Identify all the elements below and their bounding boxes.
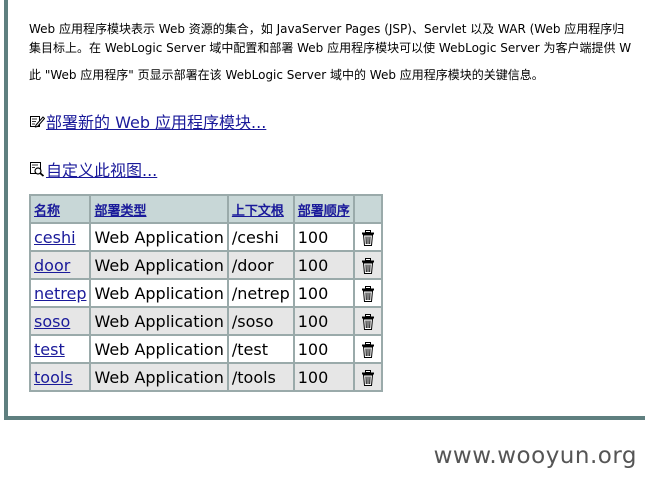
table-row: test Web Application /test 100 bbox=[31, 336, 381, 362]
content-frame: Web 应用程序模块表示 Web 资源的集合，如 JavaServer Page… bbox=[4, 0, 645, 420]
cell-order: 100 bbox=[294, 364, 353, 390]
cell-context: /soso bbox=[228, 308, 293, 334]
cell-context: /ceshi bbox=[228, 224, 293, 250]
trash-can-icon bbox=[361, 258, 374, 274]
app-name-link[interactable]: soso bbox=[34, 312, 70, 331]
app-name-link[interactable]: ceshi bbox=[34, 228, 76, 247]
cell-name: soso bbox=[31, 308, 90, 334]
app-name-link[interactable]: test bbox=[34, 340, 65, 359]
delete-button[interactable] bbox=[354, 224, 381, 250]
table-row: door Web Application /door 100 bbox=[31, 252, 381, 278]
cell-order: 100 bbox=[294, 336, 353, 362]
app-name-link[interactable]: netrep bbox=[34, 284, 86, 303]
trash-can-icon bbox=[361, 314, 374, 330]
table-row: soso Web Application /soso 100 bbox=[31, 308, 381, 334]
cell-order: 100 bbox=[294, 224, 353, 250]
trash-can-icon bbox=[361, 230, 374, 246]
delete-button[interactable] bbox=[354, 308, 381, 334]
cell-name: ceshi bbox=[31, 224, 90, 250]
cell-context: /tools bbox=[228, 364, 293, 390]
cell-type: Web Application bbox=[91, 252, 227, 278]
deploy-action: 部署新的 Web 应用程序模块... bbox=[29, 109, 266, 133]
main-content: Web 应用程序模块表示 Web 资源的集合，如 JavaServer Page… bbox=[29, 20, 645, 392]
edit-pencil-icon bbox=[29, 113, 46, 129]
web-app-table: 名称 部署类型 上下文根 部署顺序 ceshi Web Application … bbox=[29, 194, 383, 392]
trash-can-icon bbox=[361, 370, 374, 386]
table-row: ceshi Web Application /ceshi 100 bbox=[31, 224, 381, 250]
cell-context: /test bbox=[228, 336, 293, 362]
cell-name: door bbox=[31, 252, 90, 278]
table-header-row: 名称 部署类型 上下文根 部署顺序 bbox=[31, 196, 381, 222]
sort-by-type-link[interactable]: 部署类型 bbox=[94, 204, 146, 219]
cell-order: 100 bbox=[294, 252, 353, 278]
cell-order: 100 bbox=[294, 308, 353, 334]
cell-context: /door bbox=[228, 252, 293, 278]
cell-type: Web Application bbox=[91, 308, 227, 334]
trash-can-icon bbox=[361, 342, 374, 358]
header-delete bbox=[354, 196, 381, 222]
table-row: tools Web Application /tools 100 bbox=[31, 364, 381, 390]
intro-line-2: 集目标上。在 WebLogic Server 域中配置和部署 Web 应用程序模… bbox=[29, 41, 632, 55]
table-row: netrep Web Application /netrep 100 bbox=[31, 280, 381, 306]
cell-name: test bbox=[31, 336, 90, 362]
customize-view-link[interactable]: 自定义此视图... bbox=[46, 157, 157, 181]
header-name: 名称 bbox=[31, 196, 90, 222]
delete-button[interactable] bbox=[354, 336, 381, 362]
deploy-new-web-app-link[interactable]: 部署新的 Web 应用程序模块... bbox=[46, 109, 266, 133]
customize-action: 自定义此视图... bbox=[29, 157, 157, 181]
header-order: 部署顺序 bbox=[294, 196, 353, 222]
delete-button[interactable] bbox=[354, 364, 381, 390]
header-type: 部署类型 bbox=[91, 196, 227, 222]
cell-name: tools bbox=[31, 364, 90, 390]
cell-type: Web Application bbox=[91, 336, 227, 362]
trash-can-icon bbox=[361, 286, 374, 302]
app-name-link[interactable]: door bbox=[34, 256, 70, 275]
cell-name: netrep bbox=[31, 280, 90, 306]
sort-by-context-link[interactable]: 上下文根 bbox=[232, 204, 284, 219]
view-magnifier-icon bbox=[29, 161, 45, 177]
sort-by-order-link[interactable]: 部署顺序 bbox=[298, 204, 350, 219]
cell-type: Web Application bbox=[91, 280, 227, 306]
cell-context: /netrep bbox=[228, 280, 293, 306]
intro-line-1: Web 应用程序模块表示 Web 资源的集合，如 JavaServer Page… bbox=[29, 22, 625, 36]
delete-button[interactable] bbox=[354, 252, 381, 278]
delete-button[interactable] bbox=[354, 280, 381, 306]
intro-line-3: 此 "Web 应用程序" 页显示部署在该 WebLogic Server 域中的… bbox=[29, 68, 544, 82]
cell-type: Web Application bbox=[91, 224, 227, 250]
header-context: 上下文根 bbox=[228, 196, 293, 222]
cell-type: Web Application bbox=[91, 364, 227, 390]
watermark-text: www.wooyun.org bbox=[433, 443, 637, 469]
sort-by-name-link[interactable]: 名称 bbox=[34, 204, 60, 219]
app-name-link[interactable]: tools bbox=[34, 368, 73, 387]
cell-order: 100 bbox=[294, 280, 353, 306]
